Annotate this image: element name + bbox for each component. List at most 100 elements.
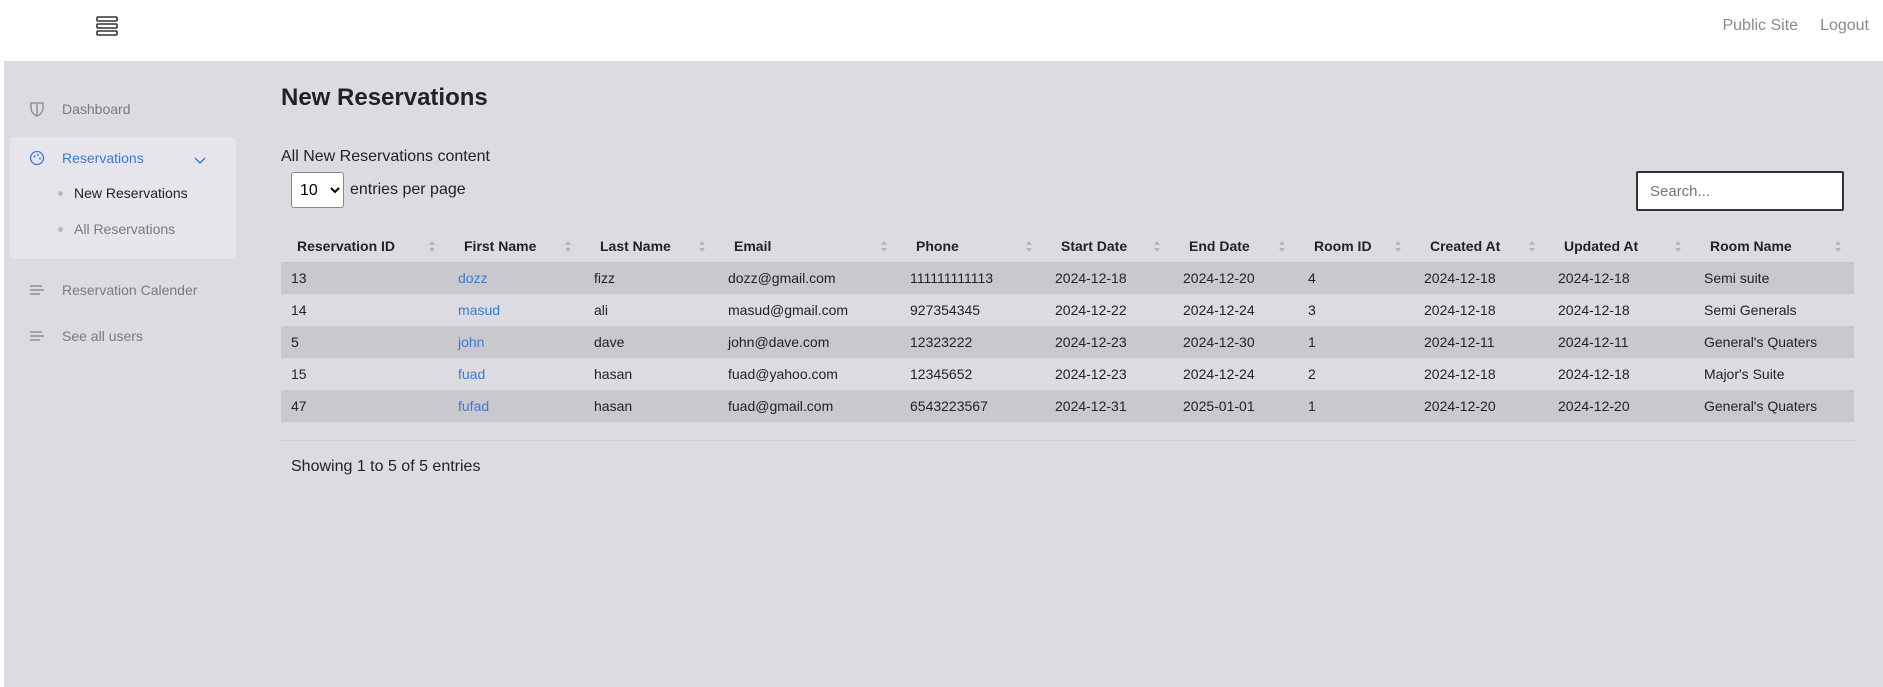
table-cell: masud	[448, 294, 584, 326]
top-bar: Public Site Logout	[0, 0, 1883, 61]
table-cell: 5	[281, 326, 448, 358]
sidebar-item-label: Dashboard	[62, 101, 131, 117]
column-header-label: Phone	[916, 237, 959, 254]
table-cell: 2024-12-18	[1548, 294, 1694, 326]
sidebar-item-reservations[interactable]: Reservations	[10, 141, 236, 175]
sort-icon	[1394, 240, 1402, 253]
table-cell: 2	[1298, 358, 1414, 390]
table-cell: 2024-12-31	[1045, 390, 1173, 422]
table-cell: fuad	[448, 358, 584, 390]
column-header-label: Email	[734, 237, 772, 254]
table-cell: 2024-12-11	[1414, 326, 1548, 358]
sort-icon	[1025, 240, 1033, 253]
search-input[interactable]	[1636, 171, 1844, 211]
main-content: New Reservations All New Reservations co…	[281, 84, 1854, 476]
page-subtitle: All New Reservations content	[281, 148, 490, 165]
column-header-label: Room ID	[1314, 237, 1372, 254]
table-cell: 2024-12-18	[1548, 358, 1694, 390]
table-cell: 2024-12-18	[1414, 262, 1548, 294]
public-site-link[interactable]: Public Site	[1722, 17, 1798, 35]
table-cell: 13	[281, 262, 448, 294]
table-cell: 2024-12-11	[1548, 326, 1694, 358]
table-cell: 2024-12-24	[1173, 294, 1298, 326]
table-cell: 12323222	[900, 326, 1045, 358]
table-cell: 2024-12-20	[1173, 262, 1298, 294]
table-cell: hasan	[584, 390, 718, 422]
table-cell: 2024-12-20	[1548, 390, 1694, 422]
table-row: 14 masud ali masud@gmail.com 927354345 2024-1…	[281, 294, 1854, 326]
table-info: Showing 1 to 5 of 5 entries	[291, 458, 481, 475]
column-header[interactable]: Start Date	[1045, 230, 1173, 263]
menu-toggle-icon[interactable]	[96, 15, 118, 37]
table-cell: 2024-12-22	[1045, 294, 1173, 326]
table-cell: Semi suite	[1694, 262, 1854, 294]
table-cell: 1	[1298, 326, 1414, 358]
sort-icon	[1153, 240, 1161, 253]
column-header[interactable]: Room Name	[1694, 230, 1854, 263]
table-cell: Major's Suite	[1694, 358, 1854, 390]
chevron-down-icon	[194, 152, 206, 168]
table-cell: 111111111113	[900, 262, 1045, 294]
column-header[interactable]: Last Name	[584, 230, 718, 263]
list-icon	[26, 279, 48, 301]
column-header[interactable]: Updated At	[1548, 230, 1694, 263]
column-header[interactable]: Reservation ID	[281, 230, 448, 263]
table-cell: General's Quaters	[1694, 326, 1854, 358]
column-header[interactable]: Phone	[900, 230, 1045, 263]
column-header[interactable]: Room ID	[1298, 230, 1414, 263]
column-header[interactable]: First Name	[448, 230, 584, 263]
reservations-table: Reservation ID First Name Last Name Email Ph…	[281, 230, 1854, 422]
table-cell: 47	[281, 390, 448, 422]
per-page-select[interactable]: 10	[291, 172, 344, 208]
bullet-icon	[58, 226, 63, 232]
table-cell: dozz	[448, 262, 584, 294]
table-header-row: Reservation ID First Name Last Name Email Ph…	[281, 230, 1854, 263]
list-icon	[26, 325, 48, 347]
sort-icon	[428, 240, 436, 253]
sidebar-item-dashboard[interactable]: Dashboard	[10, 92, 236, 126]
sidebar-subitem-label: New Reservations	[74, 185, 188, 201]
sidebar-item-users[interactable]: See all users	[10, 319, 236, 353]
table-controls: 10 entries per page	[281, 171, 1854, 216]
first-name-link[interactable]: dozz	[458, 270, 488, 286]
logout-link[interactable]: Logout	[1820, 17, 1869, 35]
table-cell: 2024-12-18	[1414, 294, 1548, 326]
column-header-label: Created At	[1430, 237, 1501, 254]
table-cell: hasan	[584, 358, 718, 390]
table-cell: 2024-12-24	[1173, 358, 1298, 390]
sidebar-subitem-new-reservations[interactable]: New Reservations	[10, 175, 236, 211]
table-cell: 2024-12-23	[1045, 358, 1173, 390]
sidebar-item-calender[interactable]: Reservation Calender	[10, 273, 236, 307]
table-cell: john	[448, 326, 584, 358]
table-cell: ali	[584, 294, 718, 326]
table-cell: 2024-12-20	[1414, 390, 1548, 422]
page-title: New Reservations	[281, 84, 488, 111]
column-header[interactable]: Email	[718, 230, 900, 263]
sort-icon	[1278, 240, 1286, 253]
table-row: 47 fufad hasan fuad@gmail.com 6543223567 2024…	[281, 390, 1854, 422]
sidebar-subitem-all-reservations[interactable]: All Reservations	[10, 211, 236, 247]
table-cell: masud@gmail.com	[718, 294, 900, 326]
column-header[interactable]: Created At	[1414, 230, 1548, 263]
table-cell: 2024-12-18	[1414, 358, 1548, 390]
first-name-link[interactable]: masud	[458, 302, 500, 318]
table-cell: 927354345	[900, 294, 1045, 326]
sidebar-item-label: Reservation Calender	[62, 282, 198, 298]
table-row: 13 dozz fizz dozz@gmail.com 111111111113 2024…	[281, 262, 1854, 294]
sort-icon	[880, 240, 888, 253]
table-cell: Semi Generals	[1694, 294, 1854, 326]
sidebar-group-reservations: Reservations New Reservations All Reserv…	[10, 137, 236, 259]
table-body: 13 dozz fizz dozz@gmail.com 111111111113 2024…	[281, 262, 1854, 422]
first-name-link[interactable]: fuad	[458, 366, 485, 382]
first-name-link[interactable]: john	[458, 334, 484, 350]
first-name-link[interactable]: fufad	[458, 398, 489, 414]
table-cell: 2025-01-01	[1173, 390, 1298, 422]
per-page-control: 10 entries per page	[291, 172, 466, 208]
table-cell: 6543223567	[900, 390, 1045, 422]
column-header[interactable]: End Date	[1173, 230, 1298, 263]
shield-icon	[26, 98, 48, 120]
palette-icon	[26, 147, 48, 169]
column-header-label: First Name	[464, 237, 537, 254]
table-cell: fuad@gmail.com	[718, 390, 900, 422]
sort-icon	[698, 240, 706, 253]
